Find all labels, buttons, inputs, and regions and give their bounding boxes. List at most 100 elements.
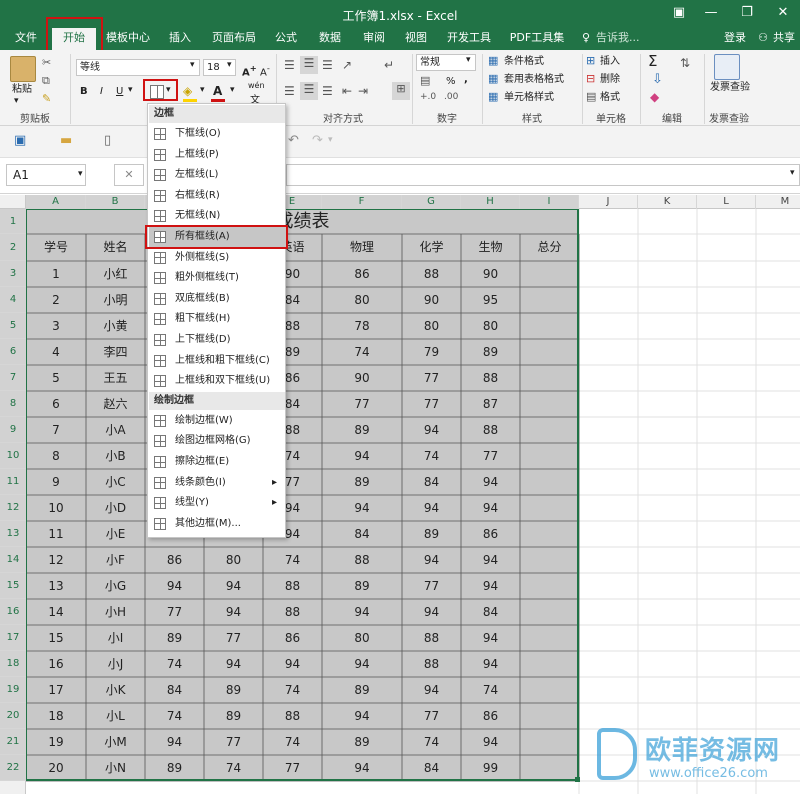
data-cell[interactable]: 小K <box>86 677 145 703</box>
data-cell[interactable]: 94 <box>145 729 204 755</box>
italic-button[interactable]: I <box>100 84 103 100</box>
font-color-dropdown-icon[interactable]: ▾ <box>230 85 235 95</box>
data-cell[interactable]: 77 <box>402 703 461 729</box>
data-cell[interactable] <box>520 365 579 391</box>
data-cell[interactable]: 90 <box>402 287 461 313</box>
tab-insert[interactable]: 插入 <box>160 28 200 50</box>
data-cell[interactable] <box>520 391 579 417</box>
border-option-a3[interactable]: 右框线(R) <box>149 186 285 206</box>
row-header-21[interactable]: 21 <box>0 729 26 755</box>
data-cell[interactable]: 94 <box>322 755 402 781</box>
minimize-button[interactable]: — <box>700 4 722 22</box>
data-cell[interactable]: 94 <box>402 677 461 703</box>
row-header-9[interactable]: 9 <box>0 417 26 443</box>
data-cell[interactable]: 20 <box>26 755 86 781</box>
data-cell[interactable]: 88 <box>322 547 402 573</box>
data-cell[interactable]: 78 <box>322 313 402 339</box>
row-header-3[interactable]: 3 <box>0 261 26 287</box>
sheet-title-cell[interactable]: 成绩表 <box>26 209 579 234</box>
header-cell[interactable]: 物理 <box>322 234 402 261</box>
row-header-7[interactable]: 7 <box>0 365 26 391</box>
share-button[interactable]: 共享 <box>770 28 798 50</box>
insert-cells-button[interactable]: 插入 <box>600 54 620 70</box>
border-option-a12[interactable]: 上框线和双下框线(U) <box>149 371 285 391</box>
decrease-indent-icon[interactable]: ⇤ <box>342 84 352 98</box>
data-cell[interactable]: 94 <box>461 495 520 521</box>
data-cell[interactable]: 94 <box>461 469 520 495</box>
column-header-b[interactable]: B <box>86 195 145 209</box>
redo-icon[interactable]: ↷ <box>312 133 323 148</box>
row-header-11[interactable]: 11 <box>0 469 26 495</box>
row-header-16[interactable]: 16 <box>0 599 26 625</box>
data-cell[interactable]: 小F <box>86 547 145 573</box>
data-cell[interactable] <box>520 521 579 547</box>
row-header-1[interactable]: 1 <box>0 209 26 234</box>
data-cell[interactable]: 5 <box>26 365 86 391</box>
formula-input[interactable] <box>286 164 800 186</box>
shrink-font-icon[interactable]: A- <box>260 60 270 78</box>
data-cell[interactable]: 86 <box>461 521 520 547</box>
data-cell[interactable] <box>520 469 579 495</box>
wrap-text-icon[interactable]: ↵ <box>384 58 394 72</box>
row-header-19[interactable]: 19 <box>0 677 26 703</box>
data-cell[interactable]: 小G <box>86 573 145 599</box>
border-option-a0[interactable]: 下框线(O) <box>149 124 285 144</box>
restore-button[interactable]: ❐ <box>736 4 758 22</box>
header-cell[interactable]: 姓名 <box>86 234 145 261</box>
data-cell[interactable]: 89 <box>204 703 263 729</box>
column-header-g[interactable]: G <box>402 195 461 209</box>
data-cell[interactable]: 88 <box>263 703 322 729</box>
data-cell[interactable]: 小N <box>86 755 145 781</box>
data-cell[interactable] <box>520 417 579 443</box>
login-link[interactable]: 登录 <box>718 28 752 50</box>
data-cell[interactable]: 94 <box>461 651 520 677</box>
ribbon-display-icon[interactable]: ▣ <box>668 4 690 22</box>
data-cell[interactable]: 74 <box>263 677 322 703</box>
data-cell[interactable]: 18 <box>26 703 86 729</box>
row-header-8[interactable]: 8 <box>0 391 26 417</box>
tab-file[interactable]: 文件 <box>6 28 46 50</box>
row-header-18[interactable]: 18 <box>0 651 26 677</box>
border-option-a8[interactable]: 双底框线(B) <box>149 289 285 309</box>
data-cell[interactable]: 80 <box>322 287 402 313</box>
paste-icon[interactable] <box>10 56 36 82</box>
data-cell[interactable]: 小B <box>86 443 145 469</box>
border-option-a7[interactable]: 粗外侧框线(T) <box>149 268 285 288</box>
data-cell[interactable] <box>520 495 579 521</box>
data-cell[interactable]: 88 <box>263 599 322 625</box>
data-cell[interactable]: 77 <box>402 391 461 417</box>
data-cell[interactable]: 77 <box>204 729 263 755</box>
data-cell[interactable]: 1 <box>26 261 86 287</box>
increase-indent-icon[interactable]: ⇥ <box>358 84 368 98</box>
data-cell[interactable]: 99 <box>461 755 520 781</box>
row-header-14[interactable]: 14 <box>0 547 26 573</box>
data-cell[interactable]: 79 <box>402 339 461 365</box>
data-cell[interactable]: 89 <box>322 729 402 755</box>
header-cell[interactable]: 生物 <box>461 234 520 261</box>
data-cell[interactable] <box>520 599 579 625</box>
data-cell[interactable] <box>520 651 579 677</box>
row-header-10[interactable]: 10 <box>0 443 26 469</box>
data-cell[interactable]: 88 <box>461 365 520 391</box>
data-cell[interactable]: 小黄 <box>86 313 145 339</box>
data-cell[interactable]: 小D <box>86 495 145 521</box>
row-header-12[interactable]: 12 <box>0 495 26 521</box>
column-header-k[interactable]: K <box>638 195 697 209</box>
header-cell[interactable]: 学号 <box>26 234 86 261</box>
data-cell[interactable]: 74 <box>263 547 322 573</box>
data-cell[interactable]: 89 <box>402 521 461 547</box>
border-option-a2[interactable]: 左框线(L) <box>149 165 285 185</box>
data-cell[interactable]: 94 <box>145 573 204 599</box>
undo-icon[interactable]: ↶ <box>288 133 299 148</box>
data-cell[interactable]: 80 <box>204 547 263 573</box>
data-cell[interactable]: 3 <box>26 313 86 339</box>
cancel-entry-button[interactable]: ✕ <box>114 164 144 186</box>
data-cell[interactable]: 19 <box>26 729 86 755</box>
data-cell[interactable]: 87 <box>461 391 520 417</box>
invoice-check-icon[interactable] <box>714 54 740 80</box>
data-cell[interactable]: 89 <box>322 573 402 599</box>
name-box-dropdown-icon[interactable]: ▾ <box>78 169 83 179</box>
data-cell[interactable]: 2 <box>26 287 86 313</box>
border-option-a1[interactable]: 上框线(P) <box>149 145 285 165</box>
data-cell[interactable]: 89 <box>145 625 204 651</box>
